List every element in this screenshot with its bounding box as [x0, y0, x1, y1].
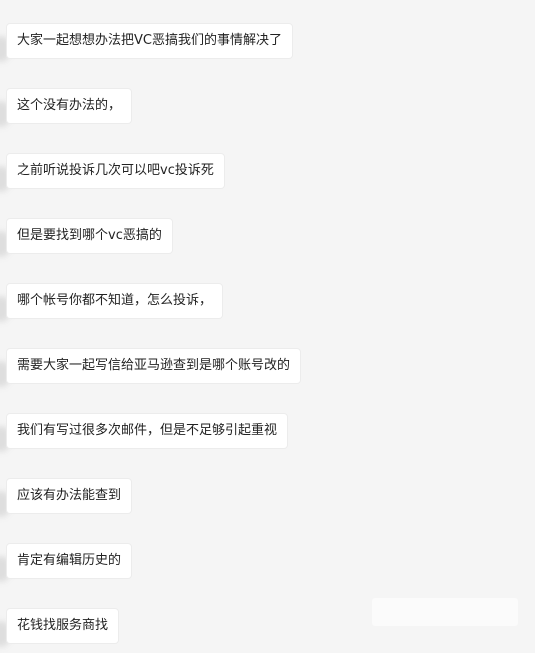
message-bubble: 花钱找服务商找	[7, 609, 119, 643]
message-bubble: 应该有办法能查到	[7, 479, 132, 513]
chat-message-list[interactable]: 大家一起想想办法把VC恶搞我们的事情解决了 这个没有办法的， 之前听说投诉几次可…	[0, 0, 535, 648]
chat-message-row: 大家一起想想办法把VC恶搞我们的事情解决了	[0, 24, 535, 68]
chat-message-row: 哪个帐号你都不知道，怎么投诉，	[0, 284, 535, 328]
chat-message-row: 应该有办法能查到	[0, 479, 535, 523]
message-bubble: 哪个帐号你都不知道，怎么投诉，	[7, 284, 223, 318]
chat-message-row: 但是要找到哪个vc恶搞的	[0, 219, 535, 263]
chat-message-row: 肯定有编辑历史的	[0, 544, 535, 588]
message-bubble: 大家一起想想办法把VC恶搞我们的事情解决了	[7, 24, 292, 58]
message-bubble: 需要大家一起写信给亚马逊查到是哪个账号改的	[7, 349, 301, 383]
chat-message-row: 之前听说投诉几次可以吧vc投诉死	[0, 154, 535, 198]
chat-message-row: 我们有写过很多次邮件，但是不足够引起重视	[0, 414, 535, 458]
chat-message-row: 需要大家一起写信给亚马逊查到是哪个账号改的	[0, 349, 535, 393]
message-bubble: 肯定有编辑历史的	[7, 544, 132, 578]
message-bubble: 这个没有办法的，	[7, 89, 132, 123]
message-bubble: 我们有写过很多次邮件，但是不足够引起重视	[7, 414, 288, 448]
message-bubble: 之前听说投诉几次可以吧vc投诉死	[7, 154, 224, 188]
chat-message-row: 这个没有办法的，	[0, 89, 535, 133]
message-bubble: 但是要找到哪个vc恶搞的	[7, 219, 172, 253]
watermark	[372, 598, 518, 626]
